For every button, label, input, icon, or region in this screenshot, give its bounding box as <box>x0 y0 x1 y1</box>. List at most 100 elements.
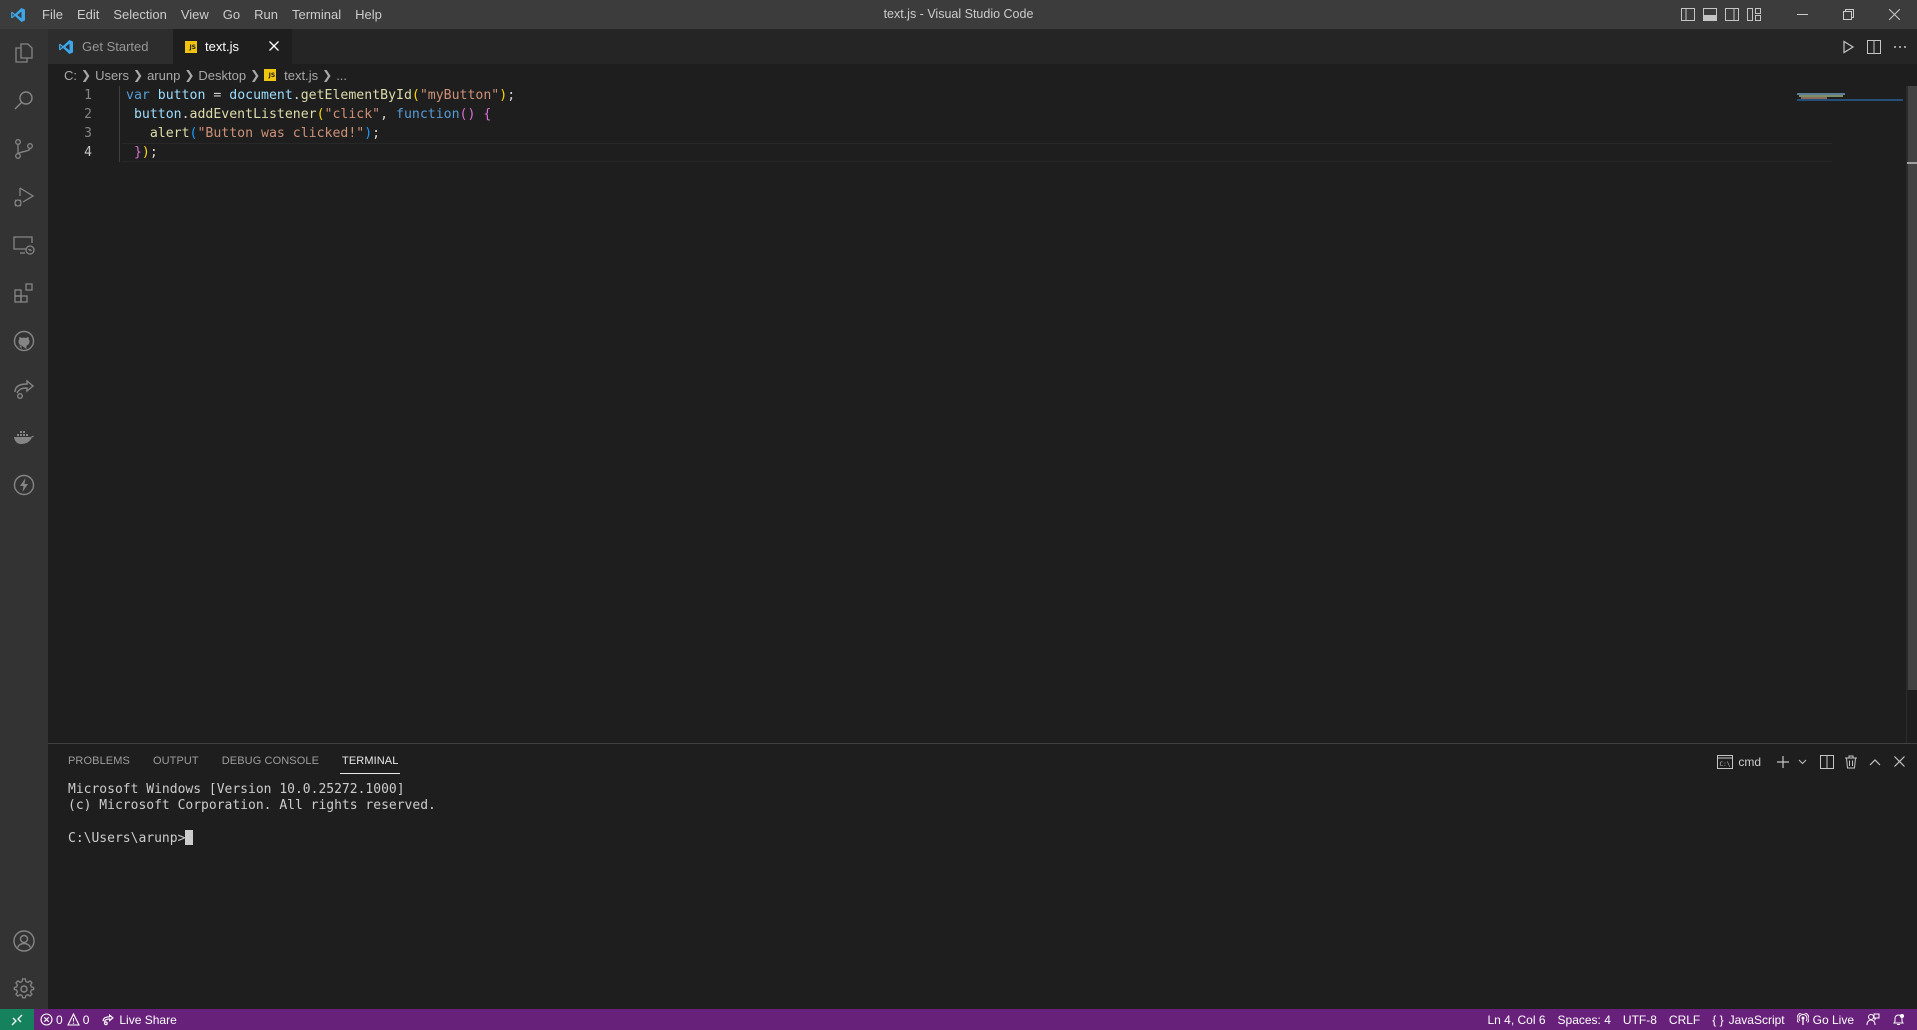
go-live-button[interactable]: Go Live <box>1791 1009 1860 1030</box>
terminal-profiles-dropdown[interactable] <box>1795 744 1809 779</box>
run-debug-button[interactable] <box>0 173 48 221</box>
tab-problems[interactable]: PROBLEMS <box>68 744 130 779</box>
manage-button[interactable] <box>0 965 48 1013</box>
menu-file[interactable]: File <box>35 0 70 29</box>
js-badge: JS <box>185 40 197 53</box>
code-editor[interactable]: 1 2 3 4 var button = document.getElement… <box>48 86 1917 743</box>
close-tab-button[interactable] <box>266 38 282 54</box>
restore-button[interactable] <box>1825 0 1871 29</box>
explorer-icon <box>15 43 33 63</box>
kill-terminal-button[interactable] <box>1839 744 1863 779</box>
menu-run[interactable]: Run <box>247 0 285 29</box>
toggle-panel-button[interactable] <box>1699 0 1721 29</box>
live-share-icon <box>14 379 35 400</box>
live-share-status-button[interactable]: Live Share <box>95 1009 182 1030</box>
line-number: 3 <box>84 126 92 141</box>
new-terminal-button[interactable] <box>1771 744 1795 779</box>
braces-icon: { } <box>1712 1012 1724 1027</box>
breadcrumb-item[interactable]: arunp <box>147 68 180 83</box>
vscode-logo-icon <box>58 39 74 55</box>
breadcrumb-item[interactable]: Desktop <box>198 68 246 83</box>
extensions-button[interactable] <box>0 269 48 317</box>
code-line-4: }); <box>133 145 158 160</box>
terminal-cmd-icon: C:\ <box>1717 754 1734 769</box>
menu-selection[interactable]: Selection <box>106 0 173 29</box>
split-terminal-button[interactable] <box>1815 744 1839 779</box>
minimap[interactable] <box>1795 86 1903 116</box>
line-number: 1 <box>84 88 92 103</box>
line-number: 2 <box>84 107 92 122</box>
close-icon <box>269 41 279 51</box>
minimize-icon <box>1796 14 1808 15</box>
manage-gear-icon <box>13 978 35 999</box>
breadcrumb-symbols[interactable]: ... <box>336 68 347 83</box>
menu-view[interactable]: View <box>174 0 216 29</box>
tab-label: text.js <box>205 39 239 54</box>
terminal-instance-selector[interactable]: C:\ cmd <box>1717 744 1761 779</box>
more-actions-button[interactable] <box>1887 29 1913 64</box>
minimize-button[interactable] <box>1779 0 1825 29</box>
js-file-icon: JS <box>185 40 197 53</box>
ellipsis-icon <box>1894 45 1906 48</box>
docker-icon <box>14 431 34 444</box>
source-control-button[interactable] <box>0 125 48 173</box>
plus-icon <box>1777 755 1789 768</box>
menu-help[interactable]: Help <box>348 0 389 29</box>
thunder-client-button[interactable] <box>0 461 48 509</box>
menu-go[interactable]: Go <box>216 0 247 29</box>
close-panel-button[interactable] <box>1887 744 1911 779</box>
language-mode-status[interactable]: { } JavaScript <box>1706 1009 1790 1030</box>
tab-output[interactable]: OUTPUT <box>153 744 199 779</box>
cursor-position-status[interactable]: Ln 4, Col 6 <box>1481 1009 1551 1030</box>
menu-terminal[interactable]: Terminal <box>285 0 348 29</box>
accounts-button[interactable] <box>0 917 48 965</box>
docker-button[interactable] <box>0 413 48 461</box>
tab-text-js[interactable]: JS text.js <box>173 29 292 64</box>
chevron-right-icon: ❯ <box>250 68 261 82</box>
chevron-right-icon: ❯ <box>81 68 92 82</box>
explorer-button[interactable] <box>0 29 48 77</box>
remote-explorer-button[interactable] <box>0 221 48 269</box>
indentation-status[interactable]: Spaces: 4 <box>1552 1009 1617 1030</box>
terminal-cursor <box>185 830 194 845</box>
search-button[interactable] <box>0 77 48 125</box>
tab-terminal[interactable]: TERMINAL <box>340 744 401 779</box>
notifications-button[interactable] <box>1886 1009 1911 1030</box>
scrollbar-cursor-marker <box>1907 162 1917 164</box>
chevron-up-icon <box>1869 758 1881 765</box>
toggle-secondary-sidebar-button[interactable] <box>1721 0 1743 29</box>
customize-layout-button[interactable] <box>1743 0 1765 29</box>
terminal-prompt: C:\Users\arunp> <box>68 831 186 846</box>
close-window-button[interactable] <box>1871 0 1917 29</box>
maximize-panel-button[interactable] <box>1863 744 1887 779</box>
eol-status[interactable]: CRLF <box>1663 1009 1706 1030</box>
encoding-status[interactable]: UTF-8 <box>1617 1009 1663 1030</box>
problems-status[interactable]: 0 0 <box>34 1009 95 1030</box>
menu-edit[interactable]: Edit <box>70 0 106 29</box>
warning-icon <box>66 1013 80 1026</box>
remote-indicator-button[interactable] <box>0 1009 34 1030</box>
toggle-primary-sidebar-button[interactable] <box>1677 0 1699 29</box>
tab-label: Get Started <box>82 39 149 54</box>
run-code-button[interactable] <box>1835 29 1861 64</box>
split-editor-button[interactable] <box>1861 29 1887 64</box>
live-share-button[interactable] <box>0 365 48 413</box>
panel-tabs: PROBLEMS OUTPUT DEBUG CONSOLE TERMINAL <box>68 744 421 779</box>
menu-bar: File Edit Selection View Go Run Terminal… <box>35 0 389 29</box>
accounts-icon <box>13 930 35 952</box>
code-line-1: var button = document.getElementById("my… <box>126 88 516 103</box>
breadcrumb-item[interactable]: C: <box>64 68 77 83</box>
breadcrumb-file[interactable]: text.js <box>284 68 318 83</box>
tab-get-started[interactable]: Get Started <box>48 29 173 64</box>
feedback-button[interactable] <box>1860 1009 1886 1030</box>
terminal-output[interactable]: Microsoft Windows [Version 10.0.25272.10… <box>68 782 436 847</box>
github-button[interactable] <box>0 317 48 365</box>
tab-debug-console[interactable]: DEBUG CONSOLE <box>222 744 319 779</box>
editor-scrollbar-thumb[interactable] <box>1907 86 1917 690</box>
play-icon <box>1843 39 1855 54</box>
extensions-icon <box>14 283 33 303</box>
split-terminal-icon <box>1820 754 1834 769</box>
js-file-icon: JS <box>264 69 277 81</box>
breadcrumb-item[interactable]: Users <box>95 68 129 83</box>
code-line-3: alert("Button was clicked!"); <box>149 126 381 141</box>
